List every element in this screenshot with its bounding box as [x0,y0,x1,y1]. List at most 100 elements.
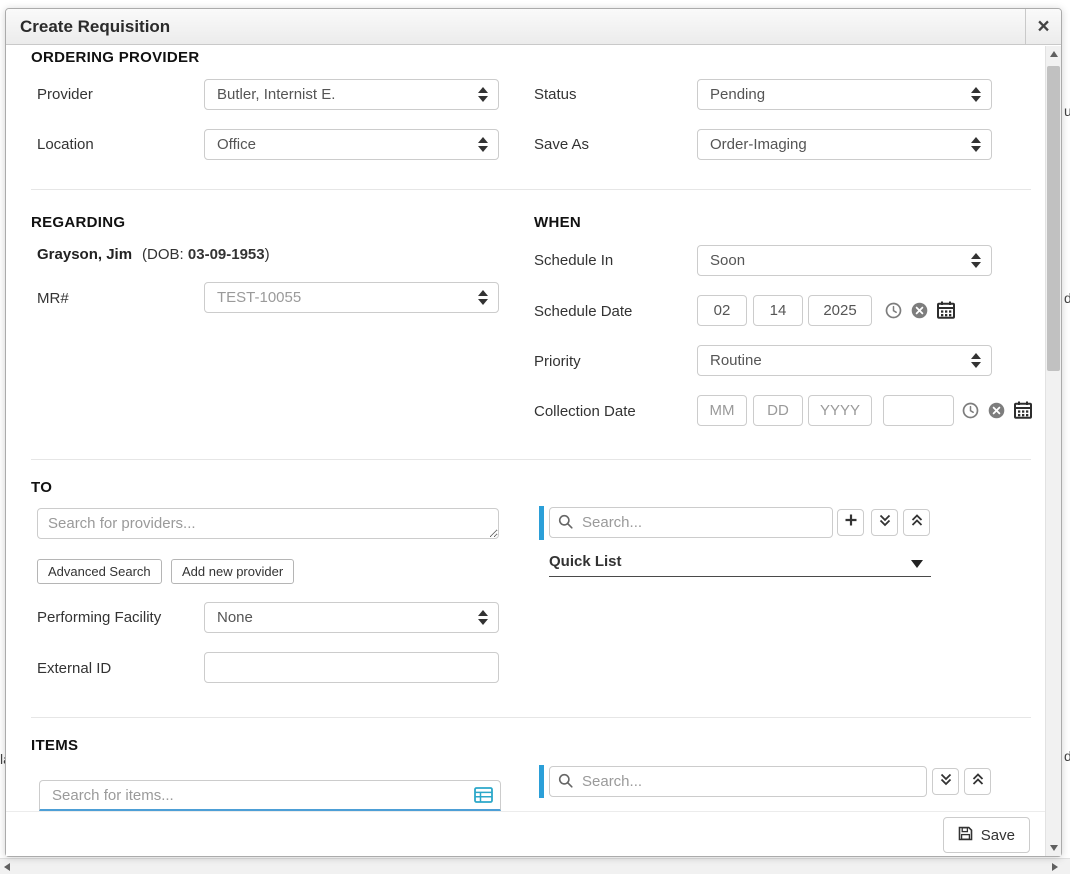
dob-prefix: (DOB: [142,246,188,263]
regarding-heading: REGARDING [31,214,125,231]
collapse-items-list-button[interactable] [964,768,991,795]
collection-date-day-input[interactable] [753,395,803,426]
dialog-title: Create Requisition [6,9,1025,44]
close-icon[interactable]: × [1025,9,1061,44]
dob-value: 03-09-1953 [188,246,265,263]
dialog-footer: Save [6,811,1045,856]
select-caret-icon [478,610,488,625]
mr-number-label: MR# [37,290,69,307]
create-requisition-dialog: Create Requisition × ORDERING PROVIDER P… [5,8,1062,857]
save-button[interactable]: Save [943,817,1030,853]
plus-icon [844,513,858,532]
mr-number-select[interactable]: TEST-10055 [204,282,499,313]
quick-list-caret-down-icon[interactable] [911,560,923,568]
save-as-label: Save As [534,136,589,153]
double-chevron-up-icon [971,772,985,792]
double-chevron-down-icon [939,772,953,792]
section-divider [31,717,1031,718]
clock-icon[interactable] [885,302,902,319]
status-label: Status [534,86,577,103]
schedule-date-month-input[interactable] [697,295,747,326]
scroll-down-arrow-icon[interactable] [1046,840,1062,856]
provider-label: Provider [37,86,93,103]
scroll-right-arrow-icon[interactable] [1046,859,1062,875]
clear-date-icon[interactable] [988,402,1005,419]
collection-date-year-input[interactable] [808,395,872,426]
select-caret-icon [971,137,981,152]
add-new-provider-button[interactable]: Add new provider [171,559,294,584]
external-id-label: External ID [37,660,111,677]
select-caret-icon [478,137,488,152]
select-caret-icon [971,353,981,368]
schedule-in-select[interactable]: Soon [697,245,992,276]
patient-info: Grayson, Jim (DOB: 03-09-1953) [37,246,270,263]
clear-date-icon[interactable] [911,302,928,319]
quick-list-underline [549,576,931,577]
location-select[interactable]: Office [204,129,499,160]
when-heading: WHEN [534,214,581,231]
items-search-input[interactable] [39,780,501,811]
location-select-value: Office [217,136,256,153]
provider-select[interactable]: Butler, Internist E. [204,79,499,110]
double-chevron-up-icon [910,513,924,533]
select-caret-icon [971,87,981,102]
dob-suffix: ) [265,246,270,263]
priority-select-value: Routine [710,352,762,369]
double-chevron-down-icon [878,513,892,533]
schedule-date-label: Schedule Date [534,303,632,320]
page-horizontal-scrollbar[interactable] [0,858,1070,874]
scrollbar-thumb[interactable] [1047,66,1060,371]
priority-select[interactable]: Routine [697,345,992,376]
expand-quick-list-button[interactable] [871,509,898,536]
items-table-icon[interactable] [474,787,493,808]
section-divider [31,459,1031,460]
clock-icon[interactable] [962,402,979,419]
select-caret-icon [478,87,488,102]
add-to-quick-list-button[interactable] [837,509,864,536]
collapse-quick-list-button[interactable] [903,509,930,536]
scroll-left-arrow-icon[interactable] [0,859,16,875]
location-label: Location [37,136,94,153]
advanced-search-button[interactable]: Advanced Search [37,559,162,584]
schedule-in-select-value: Soon [710,252,745,269]
dialog-scrollbar[interactable] [1045,46,1061,856]
quick-list-label: Quick List [549,553,622,570]
save-as-select-value: Order-Imaging [710,136,807,153]
provider-search-input[interactable] [37,508,499,539]
select-caret-icon [971,253,981,268]
collection-date-label: Collection Date [534,403,636,420]
background-text-fragment: d [1064,290,1070,306]
provider-quick-search [549,507,833,538]
schedule-date-year-input[interactable] [808,295,872,326]
items-quick-list-accent-bar [539,765,544,798]
performing-facility-select[interactable]: None [204,602,499,633]
status-select[interactable]: Pending [697,79,992,110]
select-caret-icon [478,290,488,305]
items-quick-search-input[interactable] [549,766,927,797]
dialog-header: Create Requisition × [6,9,1061,45]
search-icon [558,514,574,535]
expand-items-list-button[interactable] [932,768,959,795]
external-id-input[interactable] [204,652,499,683]
background-text-fragment: d [1064,748,1070,764]
schedule-date-day-input[interactable] [753,295,803,326]
to-heading: TO [31,479,52,496]
ordering-provider-heading: ORDERING PROVIDER [31,49,199,66]
calendar-icon[interactable] [1014,401,1032,419]
collection-date-month-input[interactable] [697,395,747,426]
provider-quick-search-input[interactable] [549,507,833,538]
save-icon [958,826,973,845]
provider-select-value: Butler, Internist E. [217,86,335,103]
save-button-label: Save [981,827,1015,844]
mr-number-select-value: TEST-10055 [217,289,301,306]
collection-time-input[interactable] [883,395,954,426]
priority-label: Priority [534,353,581,370]
items-heading: ITEMS [31,737,78,754]
calendar-icon[interactable] [937,301,955,319]
background-text-fragment: u [1064,103,1070,119]
items-quick-search [549,766,927,797]
save-as-select[interactable]: Order-Imaging [697,129,992,160]
scroll-up-arrow-icon[interactable] [1046,46,1062,62]
status-select-value: Pending [710,86,765,103]
patient-name: Grayson, Jim [37,246,132,263]
